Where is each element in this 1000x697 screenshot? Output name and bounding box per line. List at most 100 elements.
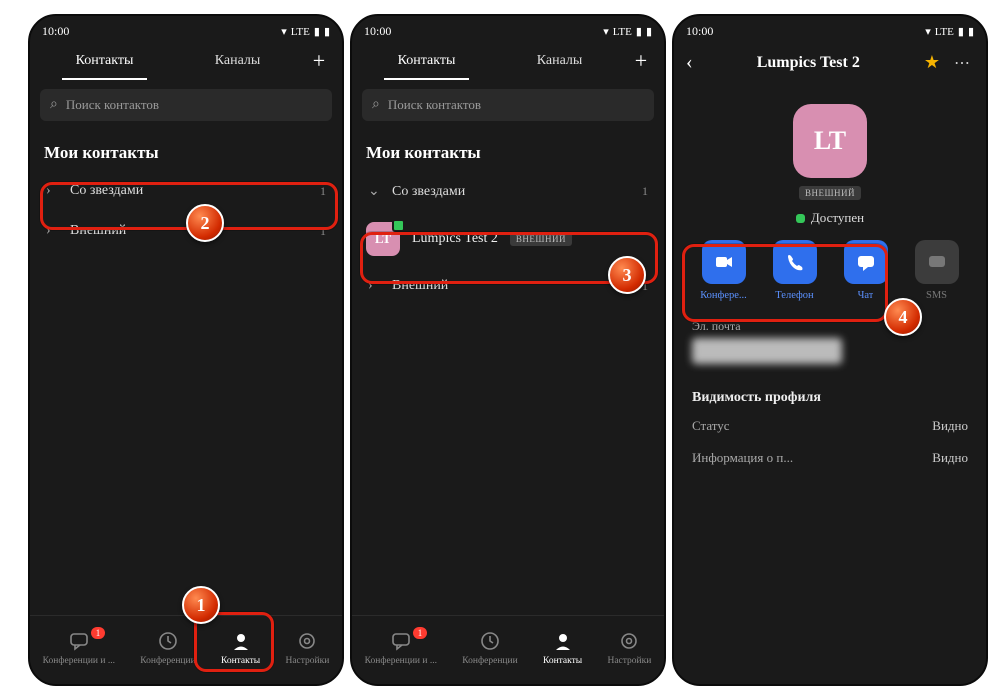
tab-channels[interactable]: Каналы — [493, 43, 626, 79]
chat-icon — [68, 630, 90, 652]
avatar-initials: LT — [375, 231, 391, 247]
status-bar: 10:00 ▾ LTE ▮ ▮ — [674, 16, 986, 41]
action-row: Конфере... Телефон Чат SMS — [674, 226, 986, 307]
group-external-label: Внешний — [70, 223, 126, 239]
search-placeholder: Поиск контактов — [66, 97, 159, 113]
chevron-right-icon: › — [46, 223, 58, 239]
status-bar: 10:00 ▾ LTE ▮ ▮ — [352, 16, 664, 41]
signal-icon: ▮ — [636, 25, 642, 38]
visibility-status-value: Видно — [932, 418, 968, 434]
search-input[interactable]: ⌕ Поиск контактов — [40, 89, 332, 121]
action-phone[interactable]: Телефон — [766, 240, 824, 301]
nav-meetings-label: Конференции — [140, 656, 195, 666]
lte-label: LTE — [291, 26, 310, 38]
email-label: Эл. почта — [692, 319, 968, 334]
visibility-title: Видимость профиля — [674, 380, 986, 410]
add-button[interactable]: + — [626, 50, 656, 72]
status-time: 10:00 — [42, 24, 69, 39]
group-external[interactable]: › Внешний 1 — [352, 266, 664, 306]
nav-contacts-label: Контакты — [221, 656, 260, 666]
gear-icon — [296, 630, 318, 652]
nav-meetings-chat-label: Конференции и ... — [43, 656, 115, 666]
nav-meetings[interactable]: Конференции — [462, 630, 517, 666]
group-starred[interactable]: › Со звездами 1 — [30, 171, 342, 211]
clock-icon — [157, 630, 179, 652]
action-conference[interactable]: Конфере... — [695, 240, 753, 301]
profile-title: Lumpics Test 2 — [703, 54, 914, 72]
search-placeholder: Поиск контактов — [388, 97, 481, 113]
wifi-icon: ▾ — [925, 25, 931, 38]
tab-contacts[interactable]: Контакты — [38, 43, 171, 79]
more-icon[interactable]: ⋯ — [950, 53, 974, 73]
email-value-blurred — [692, 338, 842, 364]
chevron-right-icon: › — [46, 183, 58, 199]
status-time: 10:00 — [686, 24, 713, 39]
group-starred-count: 1 — [642, 184, 648, 199]
battery-icon: ▮ — [646, 25, 652, 38]
status-text: Доступен — [811, 210, 864, 226]
visibility-info-value: Видно — [932, 450, 968, 466]
chevron-down-icon: ⌄ — [368, 183, 380, 200]
group-starred-label: Со звездами — [70, 183, 143, 199]
contact-row[interactable]: LT Lumpics Test 2 ВНЕШНИЙ — [352, 212, 664, 266]
search-input[interactable]: ⌕ Поиск контактов — [362, 89, 654, 121]
avatar-large: LT — [793, 104, 867, 178]
nav-meetings[interactable]: Конференции — [140, 630, 195, 666]
top-tabs: Контакты Каналы + — [352, 41, 664, 81]
action-chat[interactable]: Чат — [837, 240, 895, 301]
video-icon — [702, 240, 746, 284]
nav-badge: 1 — [413, 627, 427, 639]
back-button[interactable]: ‹ — [686, 51, 693, 74]
nav-meetings-chat[interactable]: 1 Конференции и ... — [365, 630, 437, 666]
top-tabs: Контакты Каналы + — [30, 41, 342, 81]
nav-badge: 1 — [91, 627, 105, 639]
gear-icon — [618, 630, 640, 652]
chat-icon — [390, 630, 412, 652]
action-phone-label: Телефон — [775, 290, 813, 301]
external-badge: ВНЕШНИЙ — [510, 232, 572, 246]
signal-icon: ▮ — [314, 25, 320, 38]
nav-contacts-label: Контакты — [543, 656, 582, 666]
visibility-info-row: Информация о п... Видно — [674, 442, 986, 474]
visibility-status-label: Статус — [692, 418, 730, 434]
star-icon[interactable]: ★ — [924, 52, 940, 73]
group-external[interactable]: › Внешний 1 — [30, 211, 342, 251]
nav-meetings-label: Конференции — [462, 656, 517, 666]
nav-contacts[interactable]: Контакты — [221, 630, 260, 666]
wifi-icon: ▾ — [281, 25, 287, 38]
nav-meetings-chat-label: Конференции и ... — [365, 656, 437, 666]
lte-label: LTE — [935, 26, 954, 38]
action-chat-label: Чат — [858, 290, 874, 301]
chevron-right-icon: › — [368, 278, 380, 294]
email-section: Эл. почта — [674, 307, 986, 380]
tab-channels[interactable]: Каналы — [171, 43, 304, 79]
person-icon — [230, 630, 252, 652]
clock-icon — [479, 630, 501, 652]
screen-2: 10:00 ▾ LTE ▮ ▮ Контакты Каналы + ⌕ Поис… — [350, 14, 666, 686]
tab-contacts[interactable]: Контакты — [360, 43, 493, 79]
phone-icon — [773, 240, 817, 284]
add-button[interactable]: + — [304, 50, 334, 72]
nav-contacts[interactable]: Контакты — [543, 630, 582, 666]
status-time: 10:00 — [364, 24, 391, 39]
group-starred-expanded[interactable]: ⌄ Со звездами 1 — [352, 171, 664, 212]
person-icon — [552, 630, 574, 652]
status-bar: 10:00 ▾ LTE ▮ ▮ — [30, 16, 342, 41]
avatar-initials: LT — [814, 126, 846, 156]
profile-area: LT ВНЕШНИЙ Доступен — [674, 104, 986, 226]
action-conference-label: Конфере... — [700, 290, 747, 301]
nav-settings[interactable]: Настройки — [607, 630, 651, 666]
nav-settings[interactable]: Настройки — [285, 630, 329, 666]
lte-label: LTE — [613, 26, 632, 38]
contact-name: Lumpics Test 2 — [412, 231, 498, 247]
screen-3: 10:00 ▾ LTE ▮ ▮ ‹ Lumpics Test 2 ★ ⋯ LT … — [672, 14, 988, 686]
battery-icon: ▮ — [324, 25, 330, 38]
signal-icon: ▮ — [958, 25, 964, 38]
sms-icon — [915, 240, 959, 284]
external-badge: ВНЕШНИЙ — [799, 186, 861, 200]
message-icon — [844, 240, 888, 284]
nav-meetings-chat[interactable]: 1 Конференции и ... — [43, 630, 115, 666]
search-icon: ⌕ — [50, 97, 58, 113]
profile-header: ‹ Lumpics Test 2 ★ ⋯ — [674, 41, 986, 84]
nav-settings-label: Настройки — [285, 656, 329, 666]
